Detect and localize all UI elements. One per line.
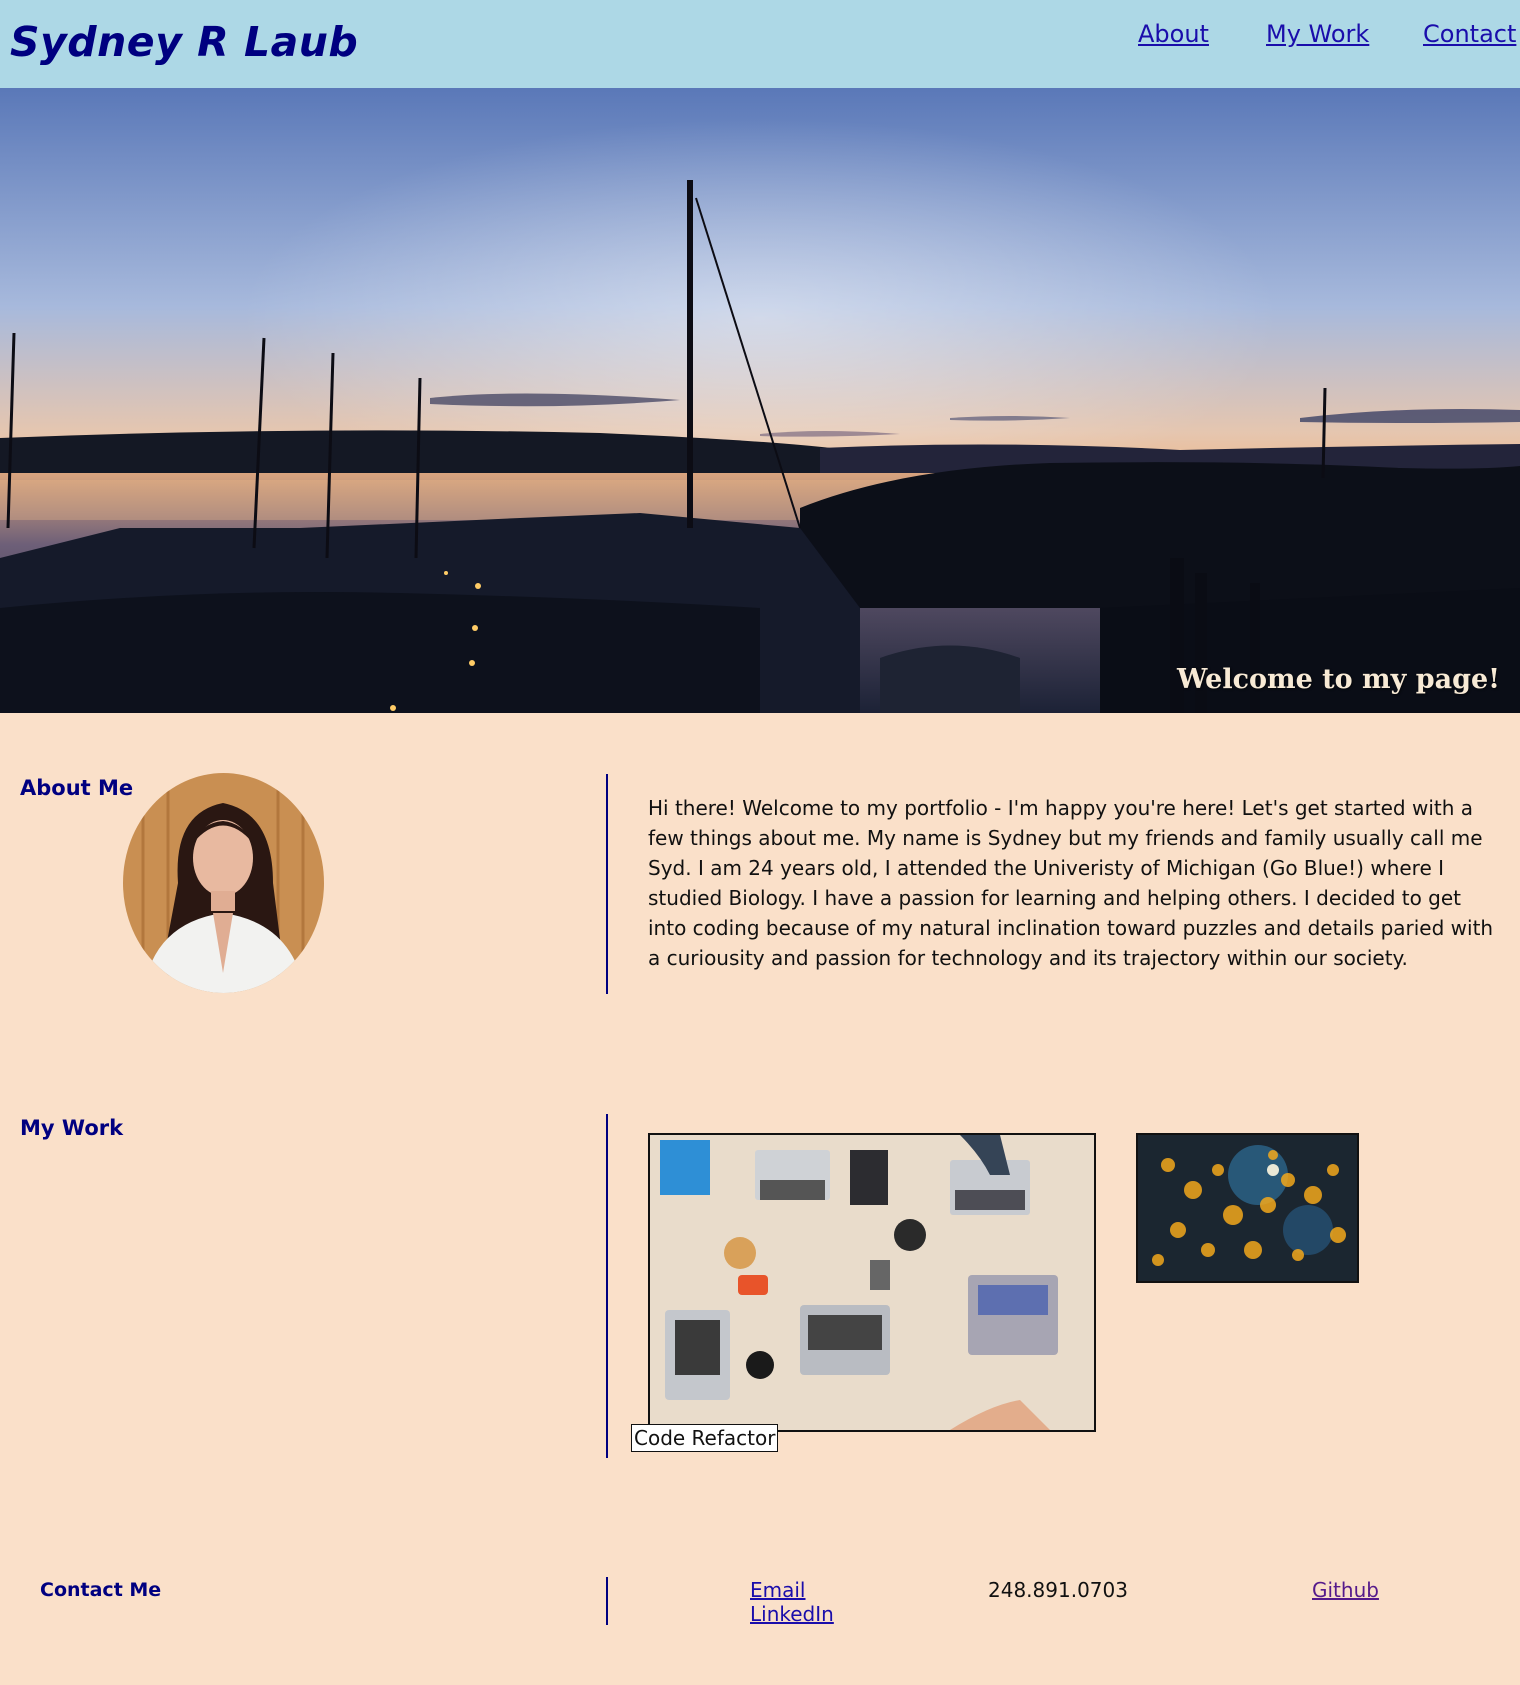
project-card-code-refactor[interactable] [648, 1133, 1096, 1432]
nav-link-contact[interactable]: Contact [1423, 20, 1516, 48]
about-heading: About Me [20, 776, 134, 800]
work-heading: My Work [20, 1116, 124, 1140]
site-title: Sydney R Laub [10, 18, 359, 66]
work-divider [606, 1114, 608, 1458]
profile-avatar [123, 773, 324, 993]
contact-email-link[interactable]: Email [750, 1578, 806, 1602]
project-card-bokeh[interactable] [1136, 1133, 1359, 1283]
nav-link-my-work[interactable]: My Work [1266, 20, 1369, 48]
nav-link-about[interactable]: About [1138, 20, 1209, 48]
profile-photo [123, 773, 324, 993]
about-paragraph: Hi there! Welcome to my portfolio - I'm … [648, 796, 1494, 970]
about-divider [606, 774, 608, 994]
contact-github-link[interactable]: Github [1312, 1578, 1379, 1602]
project-image-bokeh [1138, 1135, 1357, 1281]
hero-sunset-marina-image [0, 88, 1520, 713]
hero-welcome-text: Welcome to my page! [1177, 664, 1500, 695]
site-header: Sydney R Laub About My Work Contact [0, 0, 1520, 88]
contact-phone: 248.891.0703 [988, 1578, 1128, 1602]
hero-banner: Welcome to my page! [0, 88, 1520, 713]
project-image-laptops [650, 1135, 1094, 1430]
project-label-code-refactor[interactable]: Code Refactor [631, 1424, 779, 1452]
contact-heading: Contact Me [40, 1579, 162, 1601]
contact-divider [606, 1577, 608, 1625]
contact-linkedin-link[interactable]: LinkedIn [750, 1602, 834, 1626]
